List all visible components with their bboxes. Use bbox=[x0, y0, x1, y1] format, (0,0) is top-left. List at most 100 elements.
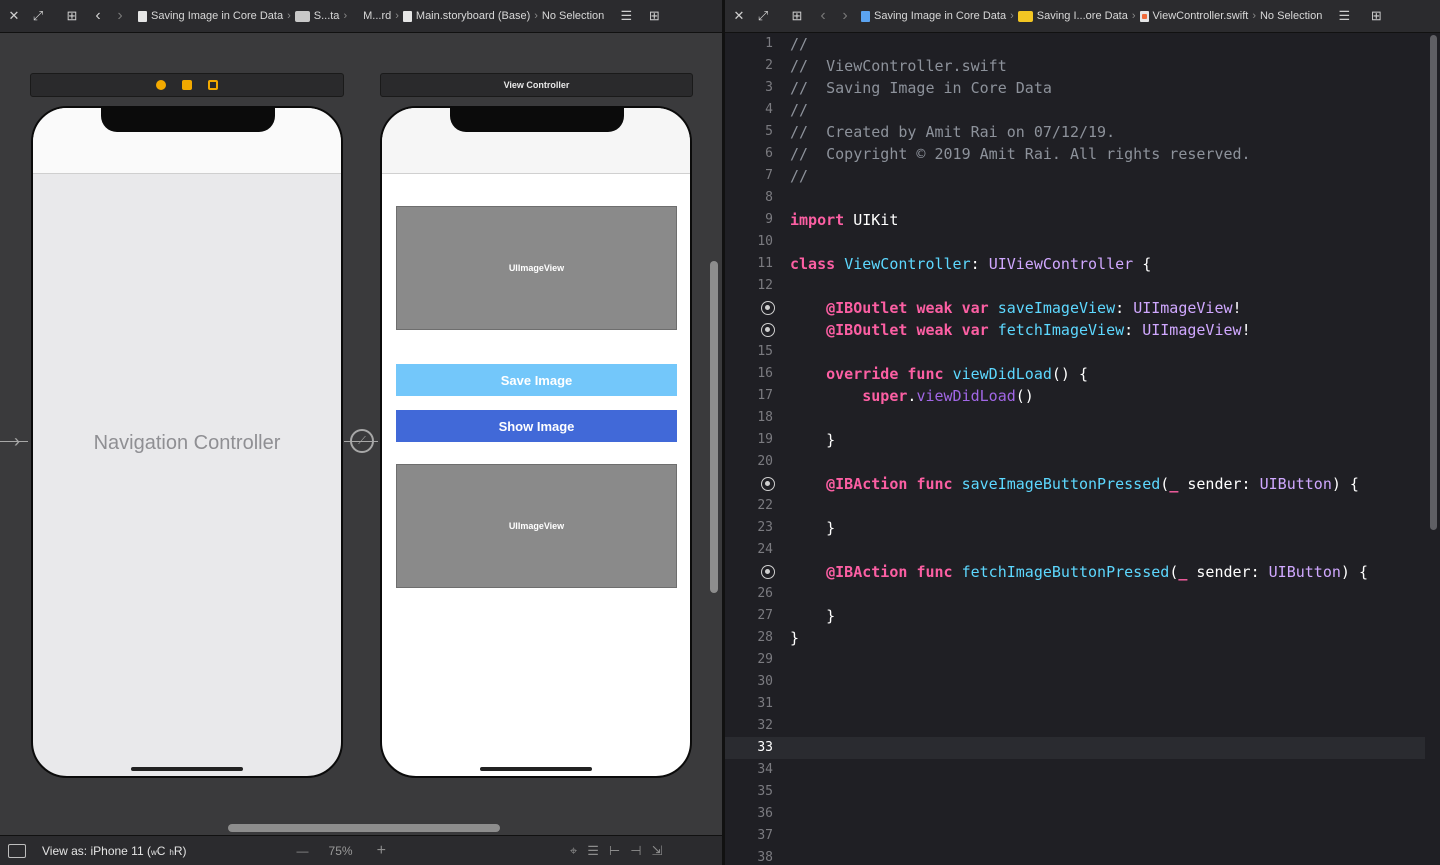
outlet-connection-icon[interactable] bbox=[761, 565, 775, 579]
code-text[interactable]: @IBOutlet weak var saveImageView: UIImag… bbox=[790, 297, 1241, 319]
code-line[interactable]: 30 bbox=[725, 671, 1425, 693]
code-line[interactable]: @IBAction func fetchImageButtonPressed(_… bbox=[725, 561, 1425, 583]
code-line[interactable]: 9 import UIKit bbox=[725, 209, 1425, 231]
code-line[interactable]: 3 // Saving Image in Core Data bbox=[725, 77, 1425, 99]
code-line[interactable]: 35 bbox=[725, 781, 1425, 803]
nav-controller-scene[interactable]: Navigation Controller bbox=[31, 106, 343, 778]
code-line[interactable]: 23 } bbox=[725, 517, 1425, 539]
code-line[interactable]: 1 // bbox=[725, 33, 1425, 55]
code-line[interactable]: 11 class ViewController: UIViewController… bbox=[725, 253, 1425, 275]
zoom-in-button[interactable]: + bbox=[377, 842, 386, 860]
expand-editor-icon[interactable]: ⤢ bbox=[753, 6, 773, 26]
resolve-auto-layout-icon[interactable]: ⇲ bbox=[652, 843, 663, 859]
show-image-button[interactable]: Show Image bbox=[396, 410, 677, 442]
code-line[interactable]: 28} bbox=[725, 627, 1425, 649]
code-line[interactable]: @IBAction func saveImageButtonPressed(_ … bbox=[725, 473, 1425, 495]
code-text[interactable]: // bbox=[790, 165, 808, 187]
code-line[interactable]: 2 // ViewController.swift bbox=[725, 55, 1425, 77]
code-text[interactable]: super.viewDidLoad() bbox=[790, 385, 1034, 407]
outlet-connection-icon[interactable] bbox=[761, 477, 775, 491]
close-editor-icon[interactable]: ✕ bbox=[4, 6, 24, 26]
breadcrumb-project[interactable]: Saving Image in Core Data bbox=[138, 10, 283, 22]
code-line[interactable]: @IBOutlet weak var fetchImageView: UIIma… bbox=[725, 319, 1425, 341]
breadcrumb-file[interactable]: ViewController.swift bbox=[1139, 10, 1248, 22]
code-text[interactable]: // ViewController.swift bbox=[790, 55, 1007, 77]
code-line[interactable]: 27 } bbox=[725, 605, 1425, 627]
editor-vertical-scrollbar[interactable] bbox=[1430, 35, 1437, 530]
code-text[interactable]: @IBAction func saveImageButtonPressed(_ … bbox=[790, 473, 1359, 495]
canvas-horizontal-scrollbar[interactable] bbox=[228, 824, 500, 832]
first-responder-icon[interactable] bbox=[156, 80, 166, 90]
related-items-icon[interactable]: ⊞ bbox=[787, 6, 807, 26]
add-editor-icon[interactable]: ⊞ bbox=[644, 6, 664, 26]
code-line[interactable]: 10 bbox=[725, 231, 1425, 253]
code-text[interactable]: override func viewDidLoad() { bbox=[790, 363, 1088, 385]
forward-chevron-icon[interactable]: › bbox=[835, 6, 855, 26]
code-line[interactable]: 38 bbox=[725, 847, 1425, 865]
code-line[interactable]: 6 // Copyright © 2019 Amit Rai. All right… bbox=[725, 143, 1425, 165]
add-constraints-icon[interactable]: ⊣ bbox=[630, 843, 641, 859]
breadcrumb-storyboard-short[interactable]: M...rd bbox=[363, 10, 391, 22]
breadcrumb-selection[interactable]: No Selection bbox=[1260, 10, 1322, 22]
code-line[interactable]: 5 // Created by Amit Rai on 07/12/19. bbox=[725, 121, 1425, 143]
related-items-icon[interactable]: ⊞ bbox=[62, 6, 82, 26]
code-line[interactable]: 19 } bbox=[725, 429, 1425, 451]
code-line[interactable]: 4 // bbox=[725, 99, 1425, 121]
zoom-out-button[interactable]: — bbox=[297, 844, 309, 858]
exit-icon[interactable] bbox=[208, 80, 218, 90]
code-text[interactable]: } bbox=[790, 517, 835, 539]
save-image-button[interactable]: Save Image bbox=[396, 364, 677, 396]
breadcrumb-project[interactable]: Saving Image in Core Data bbox=[861, 10, 1006, 22]
code-line[interactable]: 12 bbox=[725, 275, 1425, 297]
expand-editor-icon[interactable]: ⤢ bbox=[28, 6, 48, 26]
code-text[interactable]: @IBOutlet weak var fetchImageView: UIIma… bbox=[790, 319, 1250, 341]
code-editor[interactable]: 1 // 2 // ViewController.swift 3 // Saving Im… bbox=[725, 33, 1440, 865]
breadcrumb-group[interactable]: Saving I...ore Data bbox=[1017, 10, 1128, 22]
outlet-connection-icon[interactable] bbox=[761, 301, 775, 315]
code-text[interactable]: // bbox=[790, 33, 808, 55]
code-line[interactable]: 31 bbox=[725, 693, 1425, 715]
code-text[interactable]: @IBAction func fetchImageButtonPressed(_… bbox=[790, 561, 1368, 583]
code-line[interactable]: 33 bbox=[725, 737, 1425, 759]
document-items-icon[interactable]: ☰ bbox=[1334, 6, 1354, 26]
add-editor-icon[interactable]: ⊞ bbox=[1366, 6, 1386, 26]
canvas-vertical-scrollbar[interactable] bbox=[710, 261, 718, 593]
view-controller-scene[interactable]: UIImageView Save Image Show Image UIImag… bbox=[380, 106, 692, 778]
document-items-icon[interactable]: ☰ bbox=[616, 6, 636, 26]
save-image-view[interactable]: UIImageView bbox=[396, 206, 677, 330]
update-frames-icon[interactable]: ⌖ bbox=[570, 843, 577, 859]
code-line[interactable]: 29 bbox=[725, 649, 1425, 671]
code-text[interactable]: } bbox=[790, 429, 835, 451]
breadcrumb-group[interactable]: S...ta bbox=[294, 10, 339, 22]
forward-chevron-icon[interactable]: › bbox=[110, 6, 130, 26]
view-controller-scene-bar[interactable]: View Controller bbox=[380, 73, 693, 97]
storyboard-canvas[interactable]: Navigation Controller › ⟋ View Controlle… bbox=[0, 33, 722, 835]
fetch-image-view[interactable]: UIImageView bbox=[396, 464, 677, 588]
code-line[interactable]: 22 bbox=[725, 495, 1425, 517]
code-line[interactable]: 7 // bbox=[725, 165, 1425, 187]
code-text[interactable]: // bbox=[790, 99, 808, 121]
code-line[interactable]: 32 bbox=[725, 715, 1425, 737]
document-outline-toggle-icon[interactable] bbox=[8, 843, 26, 858]
code-line[interactable]: 26 bbox=[725, 583, 1425, 605]
code-text[interactable]: } bbox=[790, 627, 799, 649]
segue-icon[interactable]: ⟋ bbox=[350, 429, 374, 453]
code-line[interactable]: 18 bbox=[725, 407, 1425, 429]
code-line[interactable]: 16 override func viewDidLoad() { bbox=[725, 363, 1425, 385]
code-text[interactable]: // Copyright © 2019 Amit Rai. All rights… bbox=[790, 143, 1251, 165]
code-text[interactable]: class ViewController: UIViewController { bbox=[790, 253, 1151, 275]
breadcrumb-storyboard[interactable]: Main.storyboard (Base) bbox=[402, 10, 530, 22]
embed-in-stack-icon[interactable]: ☰ bbox=[587, 843, 599, 859]
code-line[interactable]: @IBOutlet weak var saveImageView: UIImag… bbox=[725, 297, 1425, 319]
view-as-device[interactable]: View as: iPhone 11 ( w C h R) bbox=[42, 844, 187, 858]
code-line[interactable]: 36 bbox=[725, 803, 1425, 825]
code-line[interactable]: 15 bbox=[725, 341, 1425, 363]
code-text[interactable]: // Saving Image in Core Data bbox=[790, 77, 1052, 99]
code-text[interactable]: } bbox=[790, 605, 835, 627]
zoom-level[interactable]: 75% bbox=[329, 844, 353, 858]
code-line[interactable]: 20 bbox=[725, 451, 1425, 473]
view-controller-icon[interactable] bbox=[182, 80, 192, 90]
code-line[interactable]: 24 bbox=[725, 539, 1425, 561]
code-line[interactable]: 8 bbox=[725, 187, 1425, 209]
code-text[interactable]: import UIKit bbox=[790, 209, 898, 231]
